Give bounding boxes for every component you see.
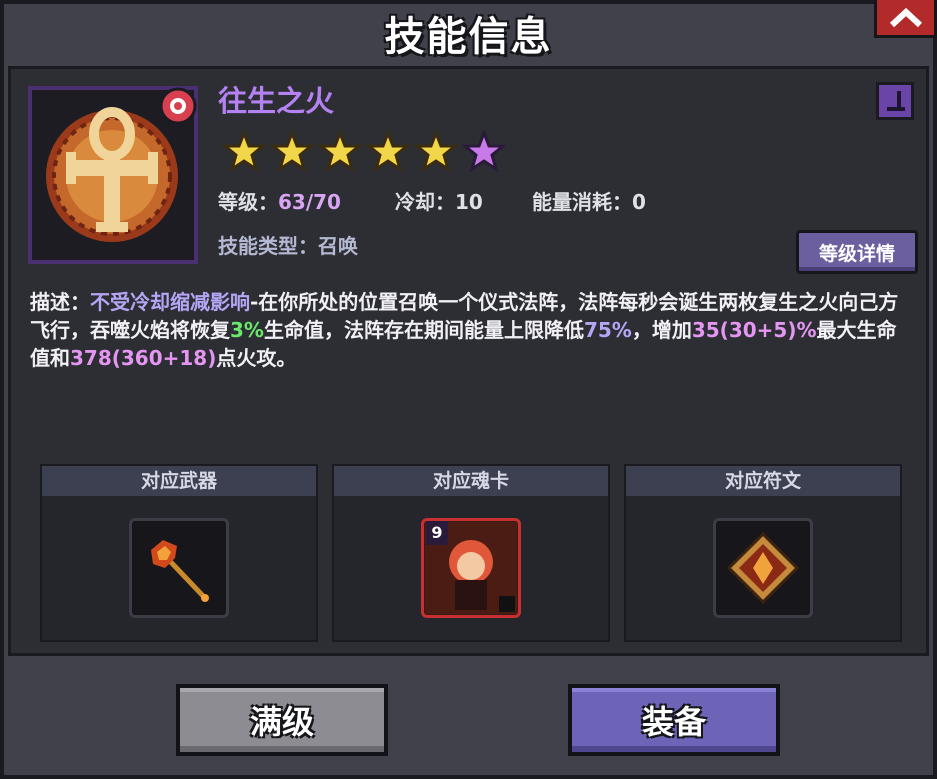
heal-percent: 3% — [230, 318, 264, 342]
rune-card-title: 对应符文 — [626, 466, 900, 496]
soulcard-slot[interactable]: 9 — [421, 518, 521, 618]
soulcard-card-title: 对应魂卡 — [334, 466, 608, 496]
level-stat: 等级：63/70 — [218, 186, 341, 215]
rune-slot[interactable] — [713, 518, 813, 618]
fire-staff-icon — [151, 540, 209, 602]
fire-rune-icon — [726, 531, 800, 605]
description-trait: 不受冷却缩减影响 — [90, 290, 250, 314]
star-purple-icon — [462, 130, 506, 172]
soulcard-card: 对应魂卡 9 — [332, 464, 610, 642]
weapon-slot[interactable] — [129, 518, 229, 618]
cooldown-stat: 冷却：10 — [395, 186, 483, 215]
dialog-title: 技能信息 — [384, 14, 553, 60]
hp-bonus-value: 35(30+5)% — [691, 318, 817, 342]
soulcard-level: 9 — [426, 521, 448, 545]
cooldown-label: 冷却： — [395, 190, 455, 214]
fire-badge-icon — [159, 87, 197, 125]
fire-element-badge — [158, 86, 198, 126]
star-filled-icon — [366, 130, 410, 172]
equip-button[interactable]: 装备 — [568, 684, 780, 756]
description-label: 描述： — [30, 290, 90, 314]
energy-value: 0 — [632, 190, 646, 214]
skill-name: 往生之火 — [218, 84, 335, 118]
skill-type: 技能类型：召唤 — [218, 234, 358, 258]
energy-stat: 能量消耗：0 — [532, 186, 646, 215]
energy-label: 能量消耗： — [532, 190, 632, 214]
cooldown-value: 10 — [455, 190, 483, 214]
level-label: 等级： — [218, 190, 278, 214]
weapon-card-title: 对应武器 — [42, 466, 316, 496]
star-rating — [222, 130, 506, 172]
star-filled-icon — [270, 130, 314, 172]
fire-attack-value: 378(360+18) — [70, 346, 217, 370]
weapon-card: 对应武器 — [40, 464, 318, 642]
level-value: 63/70 — [278, 190, 341, 214]
close-button[interactable] — [874, 0, 937, 38]
description-text-3: ，增加 — [631, 318, 692, 342]
star-filled-icon — [414, 130, 458, 172]
energy-reduce-percent: 75% — [583, 318, 632, 342]
rune-card: 对应符文 — [624, 464, 902, 642]
description-text-5: 点火攻。 — [216, 346, 297, 370]
max-level-button[interactable]: 满级 — [176, 684, 388, 756]
level-details-button[interactable]: 等级详情 — [796, 230, 918, 274]
skill-element-badge[interactable] — [876, 82, 914, 120]
chevron-up-icon — [889, 7, 922, 27]
description-text-2: 生命值，法阵存在期间能量上限降低 — [263, 318, 584, 342]
boot-icon — [887, 91, 905, 111]
star-filled-icon — [222, 130, 266, 172]
skill-description: 描述：不受冷却缩减影响-在你所处的位置召唤一个仪式法阵，法阵每秒会诞生两枚复生之… — [30, 288, 910, 372]
star-filled-icon — [318, 130, 362, 172]
